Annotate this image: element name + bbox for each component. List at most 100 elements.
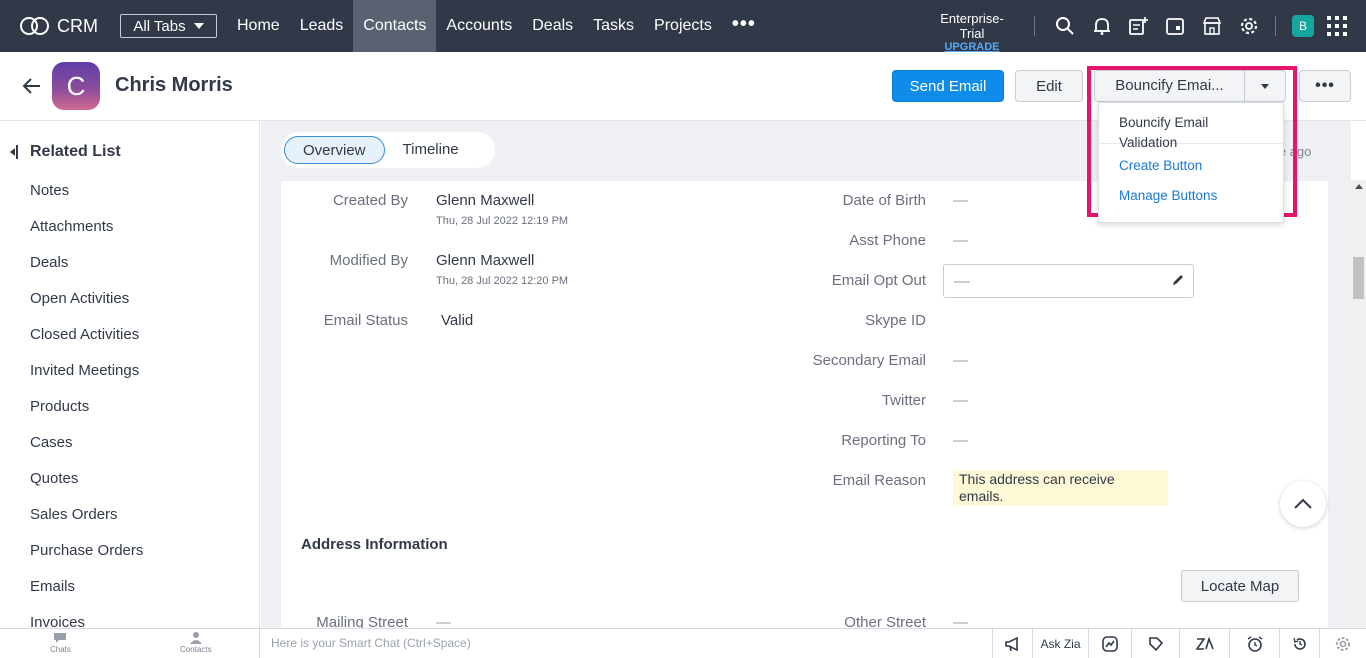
related-item-sales-orders[interactable]: Sales Orders [30, 503, 143, 539]
tag-icon[interactable] [1131, 629, 1179, 658]
email-reason-label: Email Reason [832, 472, 926, 489]
pencil-icon[interactable] [1171, 273, 1185, 287]
secondary-email-value[interactable]: — [953, 352, 968, 369]
module-tabs: Home Leads Contacts Accounts Deals Tasks… [227, 0, 766, 52]
bottom-bar: Chats Contacts Here is your Smart Chat (… [0, 628, 1366, 658]
tab-projects[interactable]: Projects [644, 0, 722, 52]
bottom-toolbar: Ask Zia [992, 629, 1366, 658]
asst-phone-value[interactable]: — [953, 232, 968, 249]
mailing-street-value[interactable]: — [436, 614, 451, 628]
menu-item-bouncify-email-validation[interactable]: Bouncify Email Validation [1099, 111, 1283, 150]
mailing-street-label: Mailing Street [316, 614, 408, 628]
ask-zia-button[interactable]: Ask Zia [1032, 629, 1088, 658]
crm-logo[interactable]: CRM [20, 15, 120, 37]
smart-chat-input[interactable]: Here is your Smart Chat (Ctrl+Space) [259, 629, 992, 658]
chevron-down-icon [193, 23, 204, 29]
apps-grid-icon[interactable] [1327, 16, 1347, 36]
modified-by-value[interactable]: Glenn Maxwell [436, 252, 534, 269]
tab-deals[interactable]: Deals [522, 0, 583, 52]
activity-chart-icon[interactable] [1088, 629, 1131, 658]
calendar-icon[interactable] [1163, 14, 1187, 38]
bell-icon[interactable] [1090, 14, 1114, 38]
tab-home[interactable]: Home [227, 0, 290, 52]
secondary-email-label: Secondary Email [812, 352, 926, 369]
chat-bubble-icon [53, 631, 67, 645]
zia-icon[interactable] [1179, 629, 1229, 658]
chevron-up-icon [1294, 498, 1312, 509]
related-item-emails[interactable]: Emails [30, 575, 143, 611]
edit-button[interactable]: Edit [1015, 70, 1083, 102]
related-list-title: Related List [30, 143, 121, 160]
tab-leads[interactable]: Leads [290, 0, 354, 52]
twitter-value[interactable]: — [953, 392, 968, 409]
scroll-to-top-button[interactable] [1280, 481, 1326, 527]
related-item-closed-activities[interactable]: Closed Activities [30, 323, 143, 359]
related-list-sidebar: Related List Notes Attachments Deals Ope… [0, 121, 260, 628]
related-item-invited-meetings[interactable]: Invited Meetings [30, 359, 143, 395]
twitter-label: Twitter [881, 392, 926, 409]
address-section-title: Address Information [301, 536, 448, 553]
tab-contacts[interactable]: Contacts [353, 0, 437, 52]
menu-item-manage-buttons[interactable]: Manage Buttons [1099, 184, 1283, 214]
related-item-open-activities[interactable]: Open Activities [30, 287, 143, 323]
related-item-purchase-orders[interactable]: Purchase Orders [30, 539, 143, 575]
date-of-birth-label: Date of Birth [842, 192, 926, 209]
page-scrollbar[interactable] [1351, 180, 1366, 628]
skype-id-label: Skype ID [865, 312, 926, 329]
related-item-deals[interactable]: Deals [30, 251, 143, 287]
scroll-up-arrow-icon[interactable] [1355, 184, 1363, 189]
gear-icon[interactable] [1237, 14, 1261, 38]
reporting-to-value[interactable]: — [953, 432, 968, 449]
other-street-value[interactable]: — [953, 614, 968, 628]
all-tabs-label: All Tabs [133, 17, 186, 35]
tab-accounts[interactable]: Accounts [436, 0, 522, 52]
settings-icon[interactable] [1319, 629, 1366, 658]
related-item-attachments[interactable]: Attachments [30, 215, 143, 251]
marketplace-icon[interactable] [1200, 14, 1224, 38]
all-tabs-dropdown[interactable]: All Tabs [120, 14, 217, 38]
created-by-label: Created By [332, 192, 408, 209]
crm-logo-icon [20, 15, 50, 37]
tab-timeline[interactable]: Timeline [385, 136, 477, 164]
scrollbar-thumb[interactable] [1353, 257, 1364, 299]
date-of-birth-value[interactable]: — [953, 192, 968, 209]
app-name: CRM [57, 15, 98, 36]
top-navigation-bar: CRM All Tabs Home Leads Contacts Account… [0, 0, 1366, 53]
email-opt-out-field[interactable]: — [943, 264, 1194, 298]
tab-tasks[interactable]: Tasks [583, 0, 644, 52]
edition-label: Enterprise-Trial [940, 11, 1004, 41]
created-by-value[interactable]: Glenn Maxwell [436, 192, 534, 209]
contacts-button[interactable]: Contacts [180, 631, 212, 654]
contacts-label: Contacts [180, 645, 212, 654]
bouncify-dropdown-menu: Bouncify Email Validation Create Button … [1098, 102, 1284, 223]
search-icon[interactable] [1053, 14, 1077, 38]
add-note-icon[interactable] [1126, 14, 1150, 38]
related-item-notes[interactable]: Notes [30, 179, 143, 215]
related-item-quotes[interactable]: Quotes [30, 467, 143, 503]
edition-info: Enterprise-Trial UPGRADE [928, 11, 1016, 53]
modified-by-label: Modified By [329, 252, 408, 269]
created-by-time: Thu, 28 Jul 2022 12:19 PM [436, 215, 569, 227]
related-list: Notes Attachments Deals Open Activities … [30, 179, 143, 628]
other-street-label: Other Street [844, 614, 926, 628]
email-opt-out-value: — [954, 273, 970, 290]
more-tabs-button[interactable]: ••• [722, 0, 766, 52]
related-item-invoices[interactable]: Invoices [30, 611, 143, 628]
announcement-icon[interactable] [992, 629, 1032, 658]
tab-overview[interactable]: Overview [284, 136, 385, 164]
chats-button[interactable]: Chats [50, 631, 71, 654]
send-email-button[interactable]: Send Email [892, 70, 1004, 102]
alarm-clock-icon[interactable] [1229, 629, 1279, 658]
related-item-products[interactable]: Products [30, 395, 143, 431]
related-item-cases[interactable]: Cases [30, 431, 143, 467]
contact-name: Chris Morris [115, 74, 233, 96]
more-actions-button[interactable]: ••• [1299, 70, 1351, 102]
collapse-sidebar-icon[interactable] [10, 145, 20, 159]
user-avatar[interactable]: B [1292, 15, 1314, 37]
history-icon[interactable] [1279, 629, 1319, 658]
person-icon [189, 631, 203, 645]
chats-label: Chats [50, 645, 71, 654]
back-arrow-icon[interactable] [22, 76, 42, 96]
menu-item-create-button[interactable]: Create Button [1099, 154, 1283, 184]
locate-map-button[interactable]: Locate Map [1181, 570, 1299, 602]
